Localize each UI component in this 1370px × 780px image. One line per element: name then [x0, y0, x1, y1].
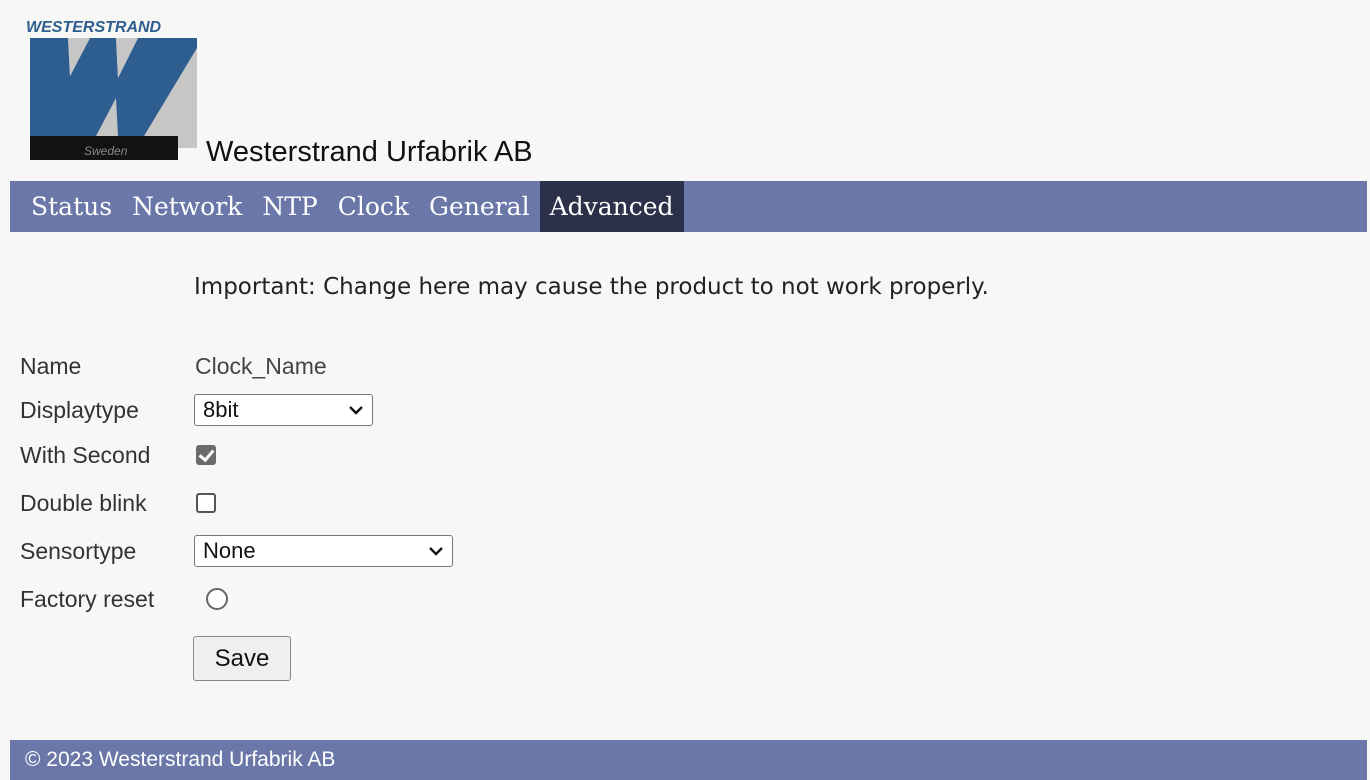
with-second-checkbox[interactable]: [196, 445, 216, 465]
checkmark-icon: [198, 445, 215, 463]
nav-bar: Status Network NTP Clock General Advance…: [10, 181, 1367, 232]
logo-brand-text: WESTERSTRAND: [26, 19, 162, 36]
displaytype-select[interactable]: 8bit: [194, 394, 373, 426]
displaytype-selected: 8bit: [203, 397, 239, 422]
page: WESTERSTRAND Sweden Westerstrand Urfabri…: [10, 0, 1367, 780]
nav-network[interactable]: Network: [122, 181, 252, 232]
with-second-row: With Second: [20, 437, 620, 473]
chevron-down-icon: [428, 536, 444, 566]
westerstrand-logo: WESTERSTRAND Sweden: [24, 18, 200, 164]
nav-clock[interactable]: Clock: [328, 181, 419, 232]
with-second-label: With Second: [20, 442, 151, 468]
sensortype-label: Sensortype: [20, 538, 137, 564]
sensortype-select[interactable]: None: [194, 535, 453, 567]
name-row: Name Clock_Name: [20, 348, 620, 384]
footer: © 2023 Westerstrand Urfabrik AB: [10, 740, 1367, 780]
double-blink-label: Double blink: [20, 490, 147, 516]
factory-reset-radio[interactable]: [206, 588, 228, 610]
save-button[interactable]: Save: [193, 636, 291, 681]
header: WESTERSTRAND Sweden Westerstrand Urfabri…: [10, 0, 1367, 181]
name-label: Name: [20, 353, 82, 379]
nav-advanced[interactable]: Advanced: [539, 181, 684, 232]
nav-ntp[interactable]: NTP: [252, 181, 327, 232]
displaytype-row: Displaytype 8bit: [20, 392, 620, 428]
name-value: Clock_Name: [195, 353, 327, 379]
double-blink-checkbox[interactable]: [196, 493, 216, 513]
nav-general[interactable]: General: [419, 181, 540, 232]
company-name: Westerstrand Urfabrik AB: [206, 136, 533, 168]
displaytype-label: Displaytype: [20, 397, 139, 423]
factory-reset-row: Factory reset: [20, 581, 620, 617]
factory-reset-label: Factory reset: [20, 586, 155, 612]
sensortype-selected: None: [203, 538, 256, 563]
sensortype-row: Sensortype None: [20, 533, 620, 569]
logo-country-text: Sweden: [84, 144, 128, 158]
double-blink-row: Double blink: [20, 485, 620, 521]
warning-message: Important: Change here may cause the pro…: [194, 274, 989, 300]
nav-status[interactable]: Status: [10, 181, 122, 232]
chevron-down-icon: [348, 395, 364, 425]
